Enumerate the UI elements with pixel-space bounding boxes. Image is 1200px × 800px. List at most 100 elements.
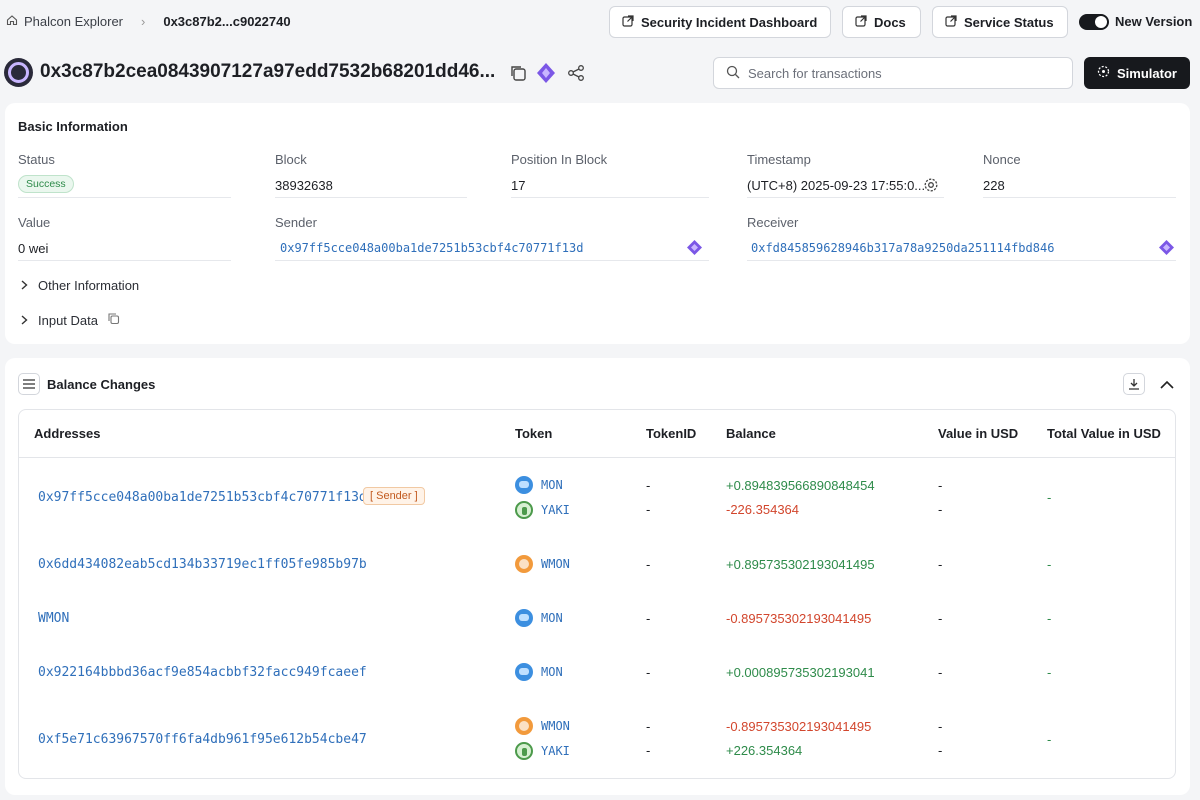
sender-address-link[interactable]: 0x97ff5cce048a00ba1de7251b53cbf4c70771f1… xyxy=(280,241,583,255)
address-link[interactable]: 0x6dd434082eab5cd134b33719ec1ff05fe985b9… xyxy=(38,557,367,572)
usd-value: - xyxy=(938,611,943,626)
total-usd-value: - xyxy=(1047,490,1052,505)
token-cell[interactable]: MON xyxy=(515,476,563,494)
other-information-toggle[interactable]: Other Information xyxy=(20,278,139,293)
chain-avatar xyxy=(4,58,33,87)
top-bar: Phalcon Explorer › 0x3c87b2...c9022740 S… xyxy=(0,0,1200,44)
input-data-label: Input Data xyxy=(38,312,98,328)
settings-icon[interactable] xyxy=(922,176,940,194)
token-cell[interactable]: MON xyxy=(515,609,563,627)
sender-tag: [ Sender ] xyxy=(363,487,425,505)
security-incident-button[interactable]: Security Incident Dashboard xyxy=(609,6,831,38)
sender-label: Sender xyxy=(275,215,317,230)
chevron-right-icon xyxy=(20,278,29,293)
token-name: WMON xyxy=(541,557,570,571)
search-input[interactable] xyxy=(748,65,1048,81)
balance-value: +0.894839566890848454 xyxy=(726,478,875,493)
breadcrumb-current: 0x3c87b2...c9022740 xyxy=(163,14,291,29)
tx-hash-title: 0x3c87b2cea0843907127a97edd7532b68201dd4… xyxy=(40,61,496,82)
usd-value: - xyxy=(938,743,943,758)
copy-icon[interactable] xyxy=(508,63,528,83)
token-name: MON xyxy=(541,478,563,492)
simulator-label: Simulator xyxy=(1117,65,1177,81)
search-bar[interactable] xyxy=(713,57,1073,89)
breadcrumb-home-link[interactable]: Phalcon Explorer xyxy=(24,14,123,29)
divider xyxy=(18,260,231,261)
security-incident-label: Security Incident Dashboard xyxy=(641,14,818,30)
share-icon[interactable] xyxy=(566,63,586,83)
status-label: Status xyxy=(18,152,55,167)
other-information-label: Other Information xyxy=(38,278,140,293)
external-link-icon xyxy=(622,14,634,30)
address-link[interactable]: 0x922164bbbd36acf9e854acbbf32facc949fcae… xyxy=(38,665,367,680)
position-value: 17 xyxy=(511,178,526,193)
balance-value: +226.354364 xyxy=(726,743,803,758)
address-link[interactable]: 0xf5e71c63967570ff6fa4db961f95e612b54cbe… xyxy=(38,732,367,747)
address-link[interactable]: WMON xyxy=(38,611,69,626)
token-name: WMON xyxy=(541,719,570,733)
receiver-label: Receiver xyxy=(747,215,799,230)
token-name: YAKI xyxy=(541,744,570,758)
value-label: Value xyxy=(18,215,51,230)
divider xyxy=(275,260,709,261)
receiver-address-link[interactable]: 0xfd845859628946b317a78a9250da251114fbd8… xyxy=(751,241,1054,255)
simulator-icon xyxy=(1097,65,1110,81)
balance-value: -0.895735302193041495 xyxy=(726,719,872,734)
column-header: Balance xyxy=(726,426,776,441)
basic-info-title: Basic Information xyxy=(18,119,128,134)
column-header: TokenID xyxy=(646,426,697,441)
token-cell[interactable]: WMON xyxy=(515,555,570,573)
column-header: Value in USD xyxy=(938,426,1019,441)
service-status-button[interactable]: Service Status xyxy=(932,6,1068,38)
chevron-right-icon: › xyxy=(141,14,146,29)
yaki-token-icon xyxy=(515,742,533,760)
nonce-label: Nonce xyxy=(983,152,1021,167)
docs-label: Docs xyxy=(874,14,906,30)
diamond-icon[interactable] xyxy=(535,62,557,84)
block-label: Block xyxy=(275,152,307,167)
usd-value: - xyxy=(938,478,943,493)
divider xyxy=(18,197,231,198)
simulator-button[interactable]: Simulator xyxy=(1084,57,1190,89)
search-icon xyxy=(726,65,740,82)
divider xyxy=(983,197,1176,198)
chevron-right-icon xyxy=(20,313,29,328)
service-status-label: Service Status xyxy=(964,14,1054,30)
timestamp-label: Timestamp xyxy=(747,152,811,167)
token-id: - xyxy=(646,719,651,734)
token-name: YAKI xyxy=(541,503,570,517)
docs-button[interactable]: Docs xyxy=(842,6,921,38)
chevron-up-icon[interactable] xyxy=(1157,374,1177,394)
wmon-token-icon xyxy=(515,555,533,573)
usd-value: - xyxy=(938,557,943,572)
balance-value: -226.354364 xyxy=(726,502,800,517)
balance-changes-card: Balance Changes Addresses Token TokenID … xyxy=(5,358,1190,795)
new-version-label: New Version xyxy=(1115,14,1193,29)
mon-token-icon xyxy=(515,609,533,627)
balance-value: +0.895735302193041495 xyxy=(726,557,875,572)
new-version-toggle[interactable] xyxy=(1079,14,1109,30)
status-badge: Success xyxy=(18,175,74,193)
copy-icon[interactable] xyxy=(107,312,120,328)
token-cell[interactable]: YAKI xyxy=(515,501,570,519)
token-cell[interactable]: MON xyxy=(515,663,563,681)
usd-value: - xyxy=(938,502,943,517)
token-id: - xyxy=(646,611,651,626)
address-link[interactable]: 0x97ff5cce048a00ba1de7251b53cbf4c70771f1… xyxy=(38,490,367,505)
list-icon[interactable] xyxy=(18,373,40,395)
diamond-icon[interactable] xyxy=(686,239,703,256)
input-data-toggle[interactable]: Input Data xyxy=(20,312,120,328)
download-icon[interactable] xyxy=(1123,373,1145,395)
token-cell[interactable]: WMON xyxy=(515,717,570,735)
balance-changes-title: Balance Changes xyxy=(47,377,156,392)
divider xyxy=(19,457,1175,458)
yaki-token-icon xyxy=(515,501,533,519)
mon-token-icon xyxy=(515,663,533,681)
token-id: - xyxy=(646,557,651,572)
token-id: - xyxy=(646,665,651,680)
token-cell[interactable]: YAKI xyxy=(515,742,570,760)
usd-value: - xyxy=(938,665,943,680)
home-icon[interactable] xyxy=(6,14,18,29)
divider xyxy=(275,197,467,198)
diamond-icon[interactable] xyxy=(1158,239,1175,256)
